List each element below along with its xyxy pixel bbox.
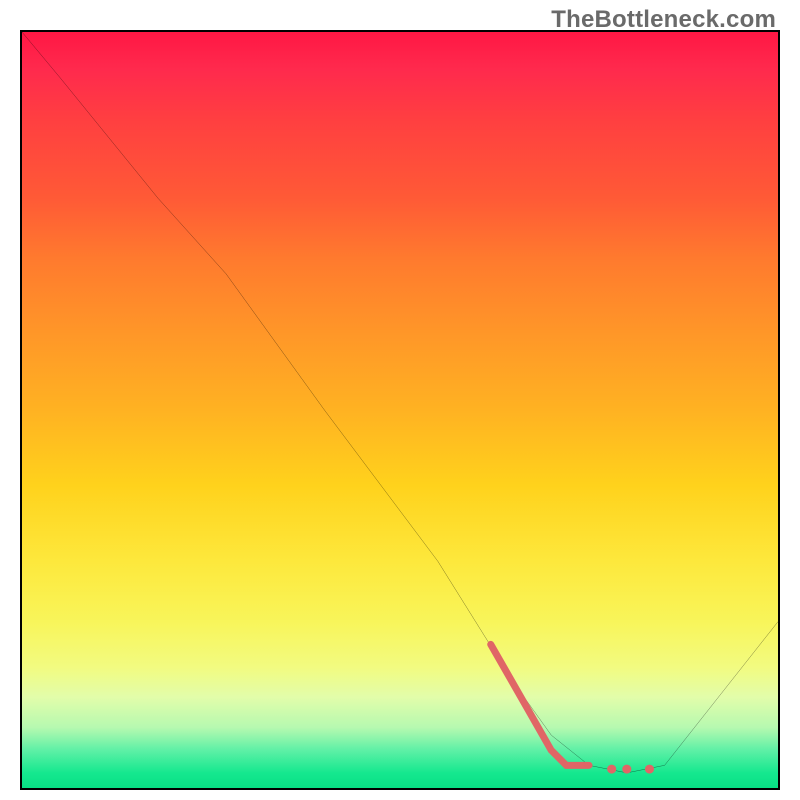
plot-svg bbox=[22, 32, 778, 788]
chart-container: TheBottleneck.com bbox=[0, 0, 800, 800]
highlight-dot bbox=[645, 765, 654, 774]
highlight-dot bbox=[622, 765, 631, 774]
curve-path bbox=[22, 32, 778, 773]
plot-area bbox=[20, 30, 780, 790]
highlight-path bbox=[491, 644, 589, 765]
highlight-dots-group bbox=[607, 765, 654, 774]
highlight-dot bbox=[607, 765, 616, 774]
